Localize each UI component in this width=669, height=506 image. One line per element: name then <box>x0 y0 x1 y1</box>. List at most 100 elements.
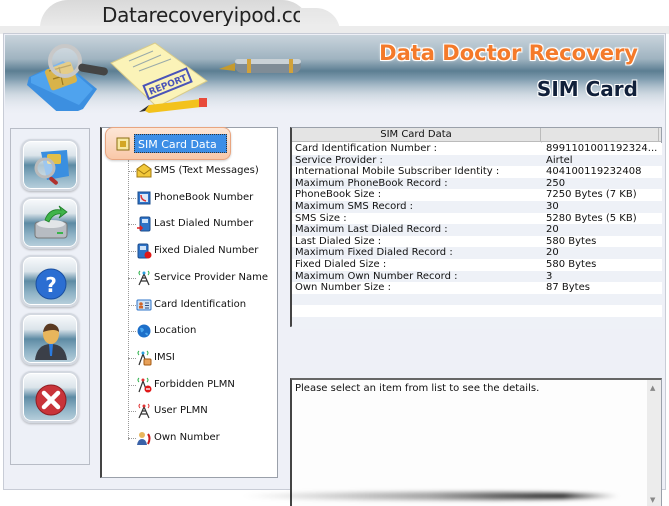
tree-item-user-plmn[interactable]: User PLMN <box>128 402 278 420</box>
grid-cell-key: Last Dialed Size : <box>295 235 382 247</box>
tree-root-label[interactable]: SIM Card Data <box>134 134 227 153</box>
tree-item-label: Card Identification <box>154 298 247 310</box>
grid-cell-value: 87 Bytes <box>546 282 590 294</box>
sim-magnifier-icon <box>34 150 69 185</box>
grid-row[interactable] <box>292 305 662 317</box>
header-banner: REPORT Data Doctor Recovery SIM Card <box>5 35 664 115</box>
grid-cell-key: Own Number Size : <box>295 282 391 294</box>
tree-item-location[interactable]: Location <box>128 322 278 340</box>
tree-item-label: User PLMN <box>154 405 208 417</box>
imsi-antenna-icon <box>137 350 152 366</box>
svg-text:?: ? <box>45 273 57 297</box>
brand-title: Data Doctor Recovery <box>379 41 638 65</box>
forbidden-antenna-icon <box>137 377 152 393</box>
globe-icon <box>137 324 151 338</box>
report-document-icon: REPORT <box>110 42 208 113</box>
fixed-dialed-icon <box>137 243 152 259</box>
tree-item-own-number[interactable]: Own Number <box>128 429 278 447</box>
grid-row[interactable]: Card Identification Number : 899110100119… <box>292 143 662 155</box>
grid-row[interactable]: Last Dialed Size : 580 Bytes <box>292 235 662 248</box>
grid-cell-key: Card Identification Number : <box>295 143 438 154</box>
grid-row[interactable]: Own Number Size : 87 Bytes <box>292 282 662 294</box>
grid-row[interactable]: SMS Size : 5280 Bytes (5 KB) <box>292 212 662 225</box>
grid-column-header[interactable] <box>541 128 659 142</box>
grid-cell-key: SMS Size : <box>295 212 347 224</box>
tree-item-label: Service Provider Name <box>154 271 268 283</box>
grid-cell-key: PhoneBook Size : <box>295 189 382 201</box>
sim-data-tree: SIM Card Data SMS (Text Messages) PhoneB… <box>100 127 278 478</box>
id-card-icon <box>136 299 152 310</box>
user-plmn-antenna-icon <box>138 403 150 419</box>
tree-item-imsi[interactable]: IMSI <box>128 349 278 367</box>
grid-cell-key: Maximum Fixed Dialed Record : <box>295 247 453 259</box>
grid-cell-value: 7250 Bytes (7 KB) <box>546 189 637 201</box>
own-number-icon <box>137 432 151 445</box>
tree-item-label: IMSI <box>154 351 175 363</box>
save-data-button[interactable] <box>21 197 79 249</box>
grid-cell-value: 580 Bytes <box>546 235 597 247</box>
grid-cell-key: Maximum Last Dialed Record : <box>295 224 448 236</box>
grid-row[interactable]: Maximum SMS Record : 30 <box>292 201 662 213</box>
tree-item-label: PhoneBook Number <box>154 191 254 203</box>
tree-item-service-provider[interactable]: Service Provider Name <box>128 269 278 287</box>
grid-row[interactable]: Maximum Own Number Record : 3 <box>292 270 662 283</box>
grid-cell-value: 30 <box>546 201 559 212</box>
sim-card-icon <box>116 137 130 151</box>
grid-cell-value: 20 <box>546 224 559 236</box>
tree-item-label: Last Dialed Number <box>154 218 254 230</box>
about-button[interactable] <box>21 313 79 365</box>
tree-item-label: SMS (Text Messages) <box>154 165 259 176</box>
grid-cell-value: 20 <box>546 247 559 259</box>
grid-cell-value: 8991101001192324... <box>546 143 658 154</box>
grid-cell-value: 3 <box>546 270 553 282</box>
sim-data-grid: SIM Card Data Card Identification Number… <box>290 127 662 329</box>
grid-cell-value: 250 <box>546 177 566 189</box>
details-textbox[interactable]: Please select an item from list to see t… <box>290 378 662 506</box>
grid-cell-value: Airtel <box>546 154 573 166</box>
details-scrollbar[interactable]: ▲ ▼ <box>647 380 661 506</box>
grid-row[interactable]: Maximum Fixed Dialed Record : 20 <box>292 247 662 259</box>
grid-row[interactable]: Maximum PhoneBook Record : 250 <box>292 177 662 190</box>
grid-row[interactable]: Service Provider : Airtel <box>292 154 662 167</box>
grid-cell-key: Maximum Own Number Record : <box>295 270 458 282</box>
grid-header: SIM Card Data <box>292 128 661 142</box>
tree-root-sim-card-data[interactable]: SIM Card Data <box>105 127 231 160</box>
antenna-icon <box>138 270 150 286</box>
grid-row[interactable]: PhoneBook Size : 7250 Bytes (7 KB) <box>292 189 662 201</box>
grid-row[interactable]: International Mobile Subscriber Identity… <box>292 166 662 178</box>
scroll-down-arrow-icon[interactable]: ▼ <box>650 496 655 504</box>
site-label: Datarecoveryipod.com <box>102 3 324 27</box>
user-icon <box>35 323 67 360</box>
grid-column-header[interactable]: SIM Card Data <box>292 128 541 142</box>
grid-cell-key: International Mobile Subscriber Identity… <box>295 166 500 178</box>
tree-item-label: Own Number <box>154 432 220 443</box>
exit-button[interactable] <box>21 371 79 423</box>
tree-item-forbidden-plmn[interactable]: Forbidden PLMN <box>128 376 278 394</box>
tree-item-label: Fixed Dialed Number <box>154 245 259 257</box>
scan-sim-button[interactable] <box>21 139 79 191</box>
scroll-up-arrow-icon[interactable]: ▲ <box>650 384 655 392</box>
grid-cell-value: 5280 Bytes (5 KB) <box>546 212 637 224</box>
help-button[interactable]: ? <box>21 255 79 307</box>
grid-row[interactable]: Fixed Dialed Size : 580 Bytes <box>292 259 662 271</box>
sms-envelope-icon <box>136 163 152 178</box>
grid-row[interactable] <box>292 293 662 306</box>
grid-row[interactable]: Maximum Last Dialed Record : 20 <box>292 224 662 236</box>
left-toolbar: ? <box>10 128 90 465</box>
window-shadow <box>240 492 620 500</box>
drive-save-icon <box>34 205 68 239</box>
tree-item-label: Forbidden PLMN <box>154 378 235 390</box>
close-icon <box>35 384 67 416</box>
tree-item-fixed-dialed[interactable]: Fixed Dialed Number <box>128 242 278 260</box>
grid-cell-value: 580 Bytes <box>546 259 597 270</box>
fountain-pen-icon <box>219 59 301 73</box>
grid-cell-key: Fixed Dialed Size : <box>295 259 387 270</box>
last-dialed-icon <box>137 216 151 232</box>
grid-cell-key: Service Provider : <box>295 154 383 166</box>
tree-item-last-dialed[interactable]: Last Dialed Number <box>128 215 278 233</box>
tree-item-card-identification[interactable]: Card Identification <box>128 296 278 314</box>
brand-subtitle: SIM Card <box>536 77 638 101</box>
grid-row[interactable] <box>292 317 662 329</box>
tree-item-sms[interactable]: SMS (Text Messages) <box>128 162 278 180</box>
tree-item-phonebook[interactable]: PhoneBook Number <box>128 189 278 207</box>
